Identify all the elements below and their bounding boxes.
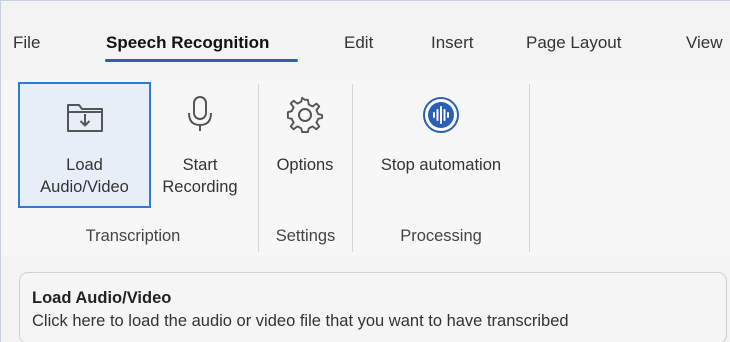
options-button-label: Options xyxy=(276,156,334,174)
stop-automation-label: Stop automation xyxy=(380,156,502,174)
status-area: Load Audio/Video Click here to load the … xyxy=(1,256,730,342)
folder-download-icon xyxy=(65,100,105,139)
tab-edit[interactable]: Edit xyxy=(344,33,373,53)
load-audio-video-button[interactable]: Load Audio/Video xyxy=(18,82,151,208)
stop-automation-button[interactable]: Stop automation xyxy=(359,82,523,208)
gear-icon xyxy=(286,96,324,139)
tooltip-title: Load Audio/Video xyxy=(32,289,172,307)
tooltip-description: Click here to load the audio or video fi… xyxy=(32,312,569,330)
active-tab-indicator xyxy=(105,59,298,62)
tooltip: Load Audio/Video Click here to load the … xyxy=(19,272,727,342)
ribbon-panel: Load Audio/Video Start Recording Options… xyxy=(1,80,730,256)
options-button[interactable]: Options xyxy=(264,82,346,208)
tab-page-layout[interactable]: Page Layout xyxy=(526,33,621,53)
tab-view[interactable]: View xyxy=(686,33,723,53)
group-label-transcription: Transcription xyxy=(85,227,181,245)
group-divider xyxy=(529,84,530,252)
group-label-settings: Settings xyxy=(275,227,336,245)
load-button-label-line2: Audio/Video xyxy=(40,178,129,196)
tab-file[interactable]: File xyxy=(13,33,40,53)
ribbon-tab-bar: File Speech Recognition Edit Insert Page… xyxy=(1,1,730,80)
tab-speech-recognition[interactable]: Speech Recognition xyxy=(106,33,269,53)
audio-wave-icon xyxy=(422,96,460,139)
record-button-label-line1: Start xyxy=(182,156,218,174)
microphone-icon xyxy=(185,94,215,139)
group-label-processing: Processing xyxy=(400,227,482,245)
record-button-label-line2: Recording xyxy=(162,178,238,196)
start-recording-button[interactable]: Start Recording xyxy=(152,82,248,208)
app-window: File Speech Recognition Edit Insert Page… xyxy=(0,0,730,342)
tab-insert[interactable]: Insert xyxy=(431,33,474,53)
load-button-label-line1: Load xyxy=(66,156,103,174)
